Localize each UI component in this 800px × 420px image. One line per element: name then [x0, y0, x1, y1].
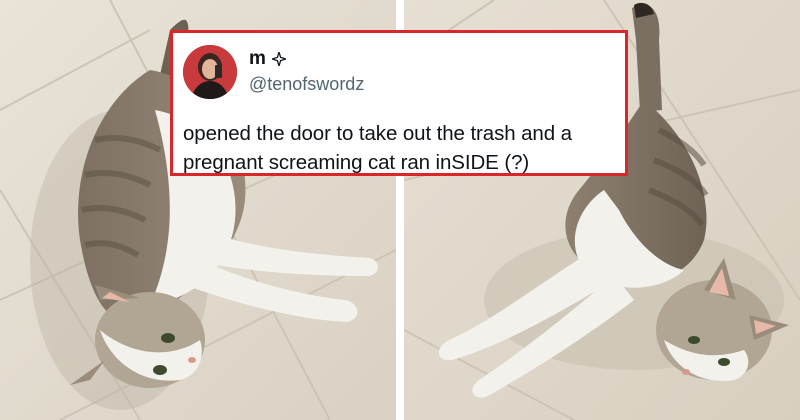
name-row: m	[249, 48, 364, 70]
tweet-header: m @tenofswordz	[183, 41, 613, 103]
avatar	[183, 45, 237, 99]
meme-image: m @tenofswordz opened the door to take o…	[0, 0, 800, 420]
user-handle: @tenofswordz	[249, 74, 365, 94]
tweet-text: opened the door to take out the trash an…	[183, 122, 572, 174]
tweet-card: m @tenofswordz opened the door to take o…	[170, 30, 628, 176]
sparkle-icon	[269, 49, 289, 69]
author-block: m @tenofswordz	[249, 48, 364, 96]
display-name: m	[249, 48, 266, 69]
